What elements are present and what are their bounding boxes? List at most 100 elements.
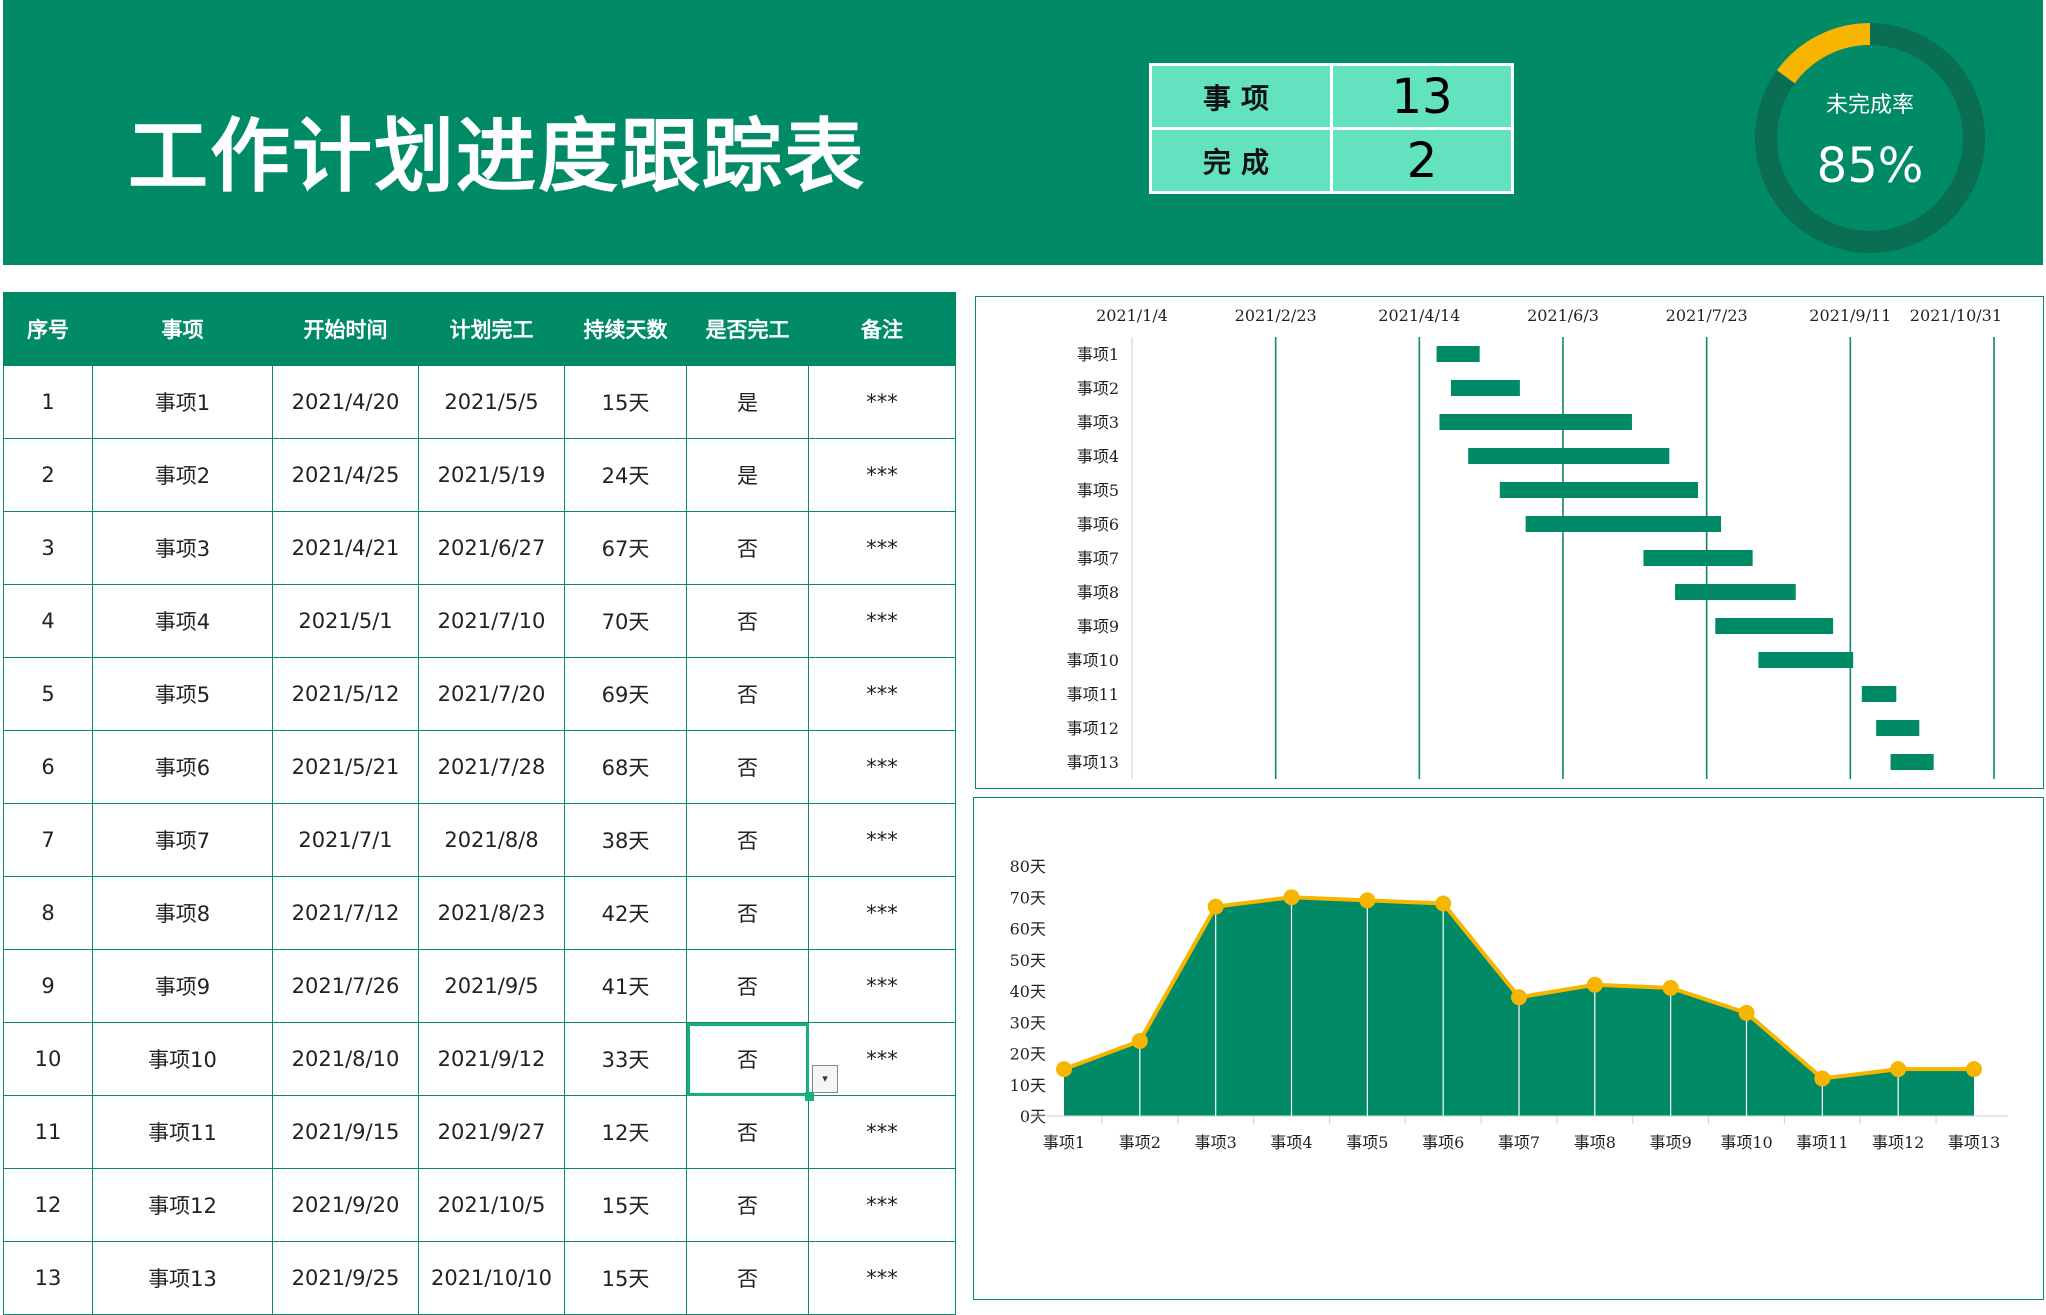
- cell-note[interactable]: ***: [809, 366, 956, 439]
- cell-note[interactable]: ***: [809, 877, 956, 950]
- cell-index[interactable]: 9: [4, 950, 93, 1023]
- cell-duration[interactable]: 33天: [565, 1023, 687, 1096]
- cell-start-date[interactable]: 2021/4/25: [273, 439, 419, 512]
- cell-start-date[interactable]: 2021/7/1: [273, 804, 419, 877]
- cell-duration[interactable]: 15天: [565, 366, 687, 439]
- gantt-bar[interactable]: [1437, 346, 1480, 362]
- column-header[interactable]: 是否完工: [687, 293, 809, 366]
- cell-note[interactable]: ***: [809, 585, 956, 658]
- cell-start-date[interactable]: 2021/4/21: [273, 512, 419, 585]
- gantt-bar[interactable]: [1526, 516, 1721, 532]
- cell-note[interactable]: ***: [809, 1169, 956, 1242]
- area-point[interactable]: [1132, 1033, 1148, 1049]
- cell-start-date[interactable]: 2021/5/1: [273, 585, 419, 658]
- cell-duration[interactable]: 38天: [565, 804, 687, 877]
- cell-index[interactable]: 13: [4, 1242, 93, 1315]
- cell-item[interactable]: 事项2: [93, 439, 273, 512]
- cell-index[interactable]: 12: [4, 1169, 93, 1242]
- gantt-bar[interactable]: [1675, 584, 1796, 600]
- cell-index[interactable]: 6: [4, 731, 93, 804]
- cell-done[interactable]: 否: [687, 731, 809, 804]
- cell-end-date[interactable]: 2021/7/10: [419, 585, 565, 658]
- area-point[interactable]: [1208, 899, 1224, 915]
- area-point[interactable]: [1739, 1005, 1755, 1021]
- area-point[interactable]: [1814, 1071, 1830, 1087]
- column-header[interactable]: 开始时间: [273, 293, 419, 366]
- cell-end-date[interactable]: 2021/8/8: [419, 804, 565, 877]
- cell-done[interactable]: 否: [687, 950, 809, 1023]
- area-point[interactable]: [1359, 892, 1375, 908]
- cell-note[interactable]: ***: [809, 731, 956, 804]
- cell-start-date[interactable]: 2021/5/21: [273, 731, 419, 804]
- cell-done[interactable]: 否: [687, 1242, 809, 1315]
- cell-end-date[interactable]: 2021/8/23: [419, 877, 565, 950]
- area-point[interactable]: [1890, 1061, 1906, 1077]
- cell-note[interactable]: ***: [809, 1242, 956, 1315]
- cell-done[interactable]: 否: [687, 804, 809, 877]
- cell-item[interactable]: 事项12: [93, 1169, 273, 1242]
- cell-duration[interactable]: 15天: [565, 1169, 687, 1242]
- gantt-bar[interactable]: [1758, 652, 1853, 668]
- cell-start-date[interactable]: 2021/8/10: [273, 1023, 419, 1096]
- cell-end-date[interactable]: 2021/6/27: [419, 512, 565, 585]
- cell-duration[interactable]: 70天: [565, 585, 687, 658]
- gantt-bar[interactable]: [1439, 414, 1632, 430]
- cell-duration[interactable]: 67天: [565, 512, 687, 585]
- cell-done[interactable]: 否: [687, 512, 809, 585]
- area-point[interactable]: [1511, 989, 1527, 1005]
- cell-duration[interactable]: 15天: [565, 1242, 687, 1315]
- cell-end-date[interactable]: 2021/9/5: [419, 950, 565, 1023]
- cell-item[interactable]: 事项4: [93, 585, 273, 658]
- gantt-bar[interactable]: [1891, 754, 1934, 770]
- cell-duration[interactable]: 68天: [565, 731, 687, 804]
- cell-duration[interactable]: 12天: [565, 1096, 687, 1169]
- gantt-bar[interactable]: [1876, 720, 1919, 736]
- cell-start-date[interactable]: 2021/9/20: [273, 1169, 419, 1242]
- cell-duration[interactable]: 69天: [565, 658, 687, 731]
- cell-note[interactable]: ***: [809, 512, 956, 585]
- cell-end-date[interactable]: 2021/9/27: [419, 1096, 565, 1169]
- area-point[interactable]: [1056, 1061, 1072, 1077]
- cell-done[interactable]: 是: [687, 439, 809, 512]
- cell-duration[interactable]: 41天: [565, 950, 687, 1023]
- cell-note[interactable]: ***: [809, 1096, 956, 1169]
- area-point[interactable]: [1435, 896, 1451, 912]
- cell-end-date[interactable]: 2021/5/19: [419, 439, 565, 512]
- cell-item[interactable]: 事项5: [93, 658, 273, 731]
- cell-note[interactable]: ***: [809, 658, 956, 731]
- cell-end-date[interactable]: 2021/7/28: [419, 731, 565, 804]
- fill-handle[interactable]: [805, 1092, 814, 1101]
- cell-done[interactable]: 否: [687, 1096, 809, 1169]
- cell-start-date[interactable]: 2021/5/12: [273, 658, 419, 731]
- cell-end-date[interactable]: 2021/5/5: [419, 366, 565, 439]
- cell-done[interactable]: 否: [687, 658, 809, 731]
- cell-index[interactable]: 1: [4, 366, 93, 439]
- cell-done[interactable]: 否: [687, 585, 809, 658]
- gantt-bar[interactable]: [1715, 618, 1833, 634]
- cell-item[interactable]: 事项9: [93, 950, 273, 1023]
- area-point[interactable]: [1663, 980, 1679, 996]
- cell-done[interactable]: 否▾: [687, 1023, 809, 1096]
- cell-item[interactable]: 事项10: [93, 1023, 273, 1096]
- cell-note[interactable]: ***: [809, 950, 956, 1023]
- gantt-bar[interactable]: [1643, 550, 1752, 566]
- cell-index[interactable]: 5: [4, 658, 93, 731]
- cell-duration[interactable]: 42天: [565, 877, 687, 950]
- cell-end-date[interactable]: 2021/9/12: [419, 1023, 565, 1096]
- cell-item[interactable]: 事项11: [93, 1096, 273, 1169]
- cell-index[interactable]: 2: [4, 439, 93, 512]
- gantt-bar[interactable]: [1468, 448, 1669, 464]
- cell-start-date[interactable]: 2021/4/20: [273, 366, 419, 439]
- cell-index[interactable]: 10: [4, 1023, 93, 1096]
- column-header[interactable]: 事项: [93, 293, 273, 366]
- cell-start-date[interactable]: 2021/7/12: [273, 877, 419, 950]
- cell-note[interactable]: ***: [809, 804, 956, 877]
- cell-done[interactable]: 否: [687, 877, 809, 950]
- cell-index[interactable]: 8: [4, 877, 93, 950]
- cell-done[interactable]: 是: [687, 366, 809, 439]
- cell-end-date[interactable]: 2021/10/5: [419, 1169, 565, 1242]
- cell-index[interactable]: 4: [4, 585, 93, 658]
- column-header[interactable]: 持续天数: [565, 293, 687, 366]
- cell-item[interactable]: 事项13: [93, 1242, 273, 1315]
- column-header[interactable]: 计划完工: [419, 293, 565, 366]
